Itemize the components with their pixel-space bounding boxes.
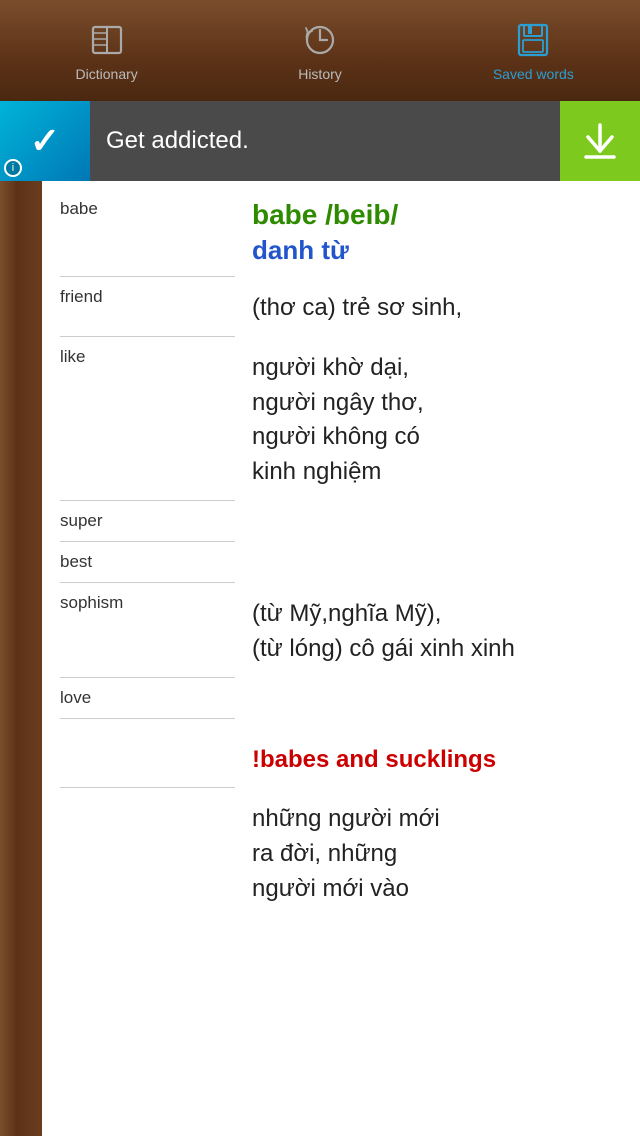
left-word-best: best [60, 552, 240, 572]
left-word-love: love [60, 688, 240, 708]
phrase-babes: !babes and sucklings [252, 743, 622, 778]
divider-4 [60, 541, 235, 542]
divider-7 [60, 718, 235, 719]
left-word-like: like [60, 347, 240, 367]
left-word-friend: friend [60, 287, 240, 307]
saved-word-best[interactable]: best [60, 552, 92, 571]
ad-banner: ✓ i Get addicted. [0, 101, 640, 181]
saved-word-love[interactable]: love [60, 688, 91, 707]
def-phrase: !babes and sucklings [240, 739, 622, 778]
def-row-nhung: những người mớira đời, nhữngngười mới và… [42, 798, 640, 906]
left-word-super: super [60, 511, 240, 531]
tab-dictionary-label: Dictionary [76, 66, 138, 82]
def-row-phrase: !babes and sucklings [42, 729, 640, 778]
def-text-my: (từ Mỹ,nghĩa Mỹ),(từ lóng) cô gái xinh x… [252, 597, 622, 667]
def-kho-dai: người khờ dại,người ngây thơ,người không… [240, 347, 622, 490]
tab-saved[interactable]: Saved words [427, 20, 640, 82]
word-title: babe /beib/ [252, 199, 622, 231]
book-icon [87, 20, 127, 60]
divider-2 [60, 336, 235, 337]
ad-logo-icon: ✓ [30, 120, 60, 162]
saved-word-super[interactable]: super [60, 511, 103, 530]
ad-logo: ✓ i [0, 101, 90, 181]
divider-6 [60, 677, 235, 678]
word-class: danh từ [252, 235, 622, 266]
def-row-love: love [42, 688, 640, 708]
tab-dictionary[interactable]: Dictionary [0, 20, 213, 82]
info-icon[interactable]: i [4, 159, 22, 177]
history-icon [300, 20, 340, 60]
def-co-gai: (từ Mỹ,nghĩa Mỹ),(từ lóng) cô gái xinh x… [240, 593, 622, 667]
def-row-2: like người khờ dại,người ngây thơ,người … [42, 347, 640, 490]
divider-8 [60, 787, 235, 788]
definition-header: babe /beib/ danh từ [240, 199, 622, 266]
ad-text: Get addicted. [90, 127, 560, 155]
divider-3 [60, 500, 235, 501]
def-text-2a: người khờ dại,người ngây thơ,người không… [252, 351, 622, 490]
saved-word-like[interactable]: like [60, 347, 86, 366]
download-button[interactable] [560, 101, 640, 181]
def-text-nhung: những người mớira đời, nhữngngười mới và… [252, 802, 622, 906]
tab-bar: Dictionary History Saved words [0, 0, 640, 101]
def-row-best: best [42, 552, 640, 572]
content-area: babe babe /beib/ danh từ friend (thơ ca)… [42, 181, 640, 1136]
def-row-1: friend (thơ ca) trẻ sơ sinh, [42, 287, 640, 326]
tab-history-label: History [298, 66, 342, 82]
sidebar [0, 181, 42, 1136]
info-label: i [12, 162, 14, 174]
def-row-sophism: sophism (từ Mỹ,nghĩa Mỹ),(từ lóng) cô gá… [42, 593, 640, 667]
divider-1 [60, 276, 235, 277]
tab-history[interactable]: History [213, 20, 426, 82]
def-row-super: super [42, 511, 640, 531]
main-area: babe babe /beib/ danh từ friend (thơ ca)… [0, 181, 640, 1136]
left-word-babe: babe [60, 199, 240, 219]
save-icon [513, 20, 553, 60]
divider-5 [60, 582, 235, 583]
saved-word-sophism[interactable]: sophism [60, 593, 123, 612]
def-nhung: những người mớira đời, nhữngngười mới và… [240, 798, 622, 906]
word-header-row: babe babe /beib/ danh từ [42, 181, 640, 266]
tab-saved-label: Saved words [493, 66, 574, 82]
left-word-sophism: sophism [60, 593, 240, 613]
saved-word-friend[interactable]: friend [60, 287, 103, 306]
def-thoca: (thơ ca) trẻ sơ sinh, [240, 287, 622, 326]
saved-word-babe[interactable]: babe [60, 199, 98, 218]
def-text-1: (thơ ca) trẻ sơ sinh, [252, 291, 622, 326]
